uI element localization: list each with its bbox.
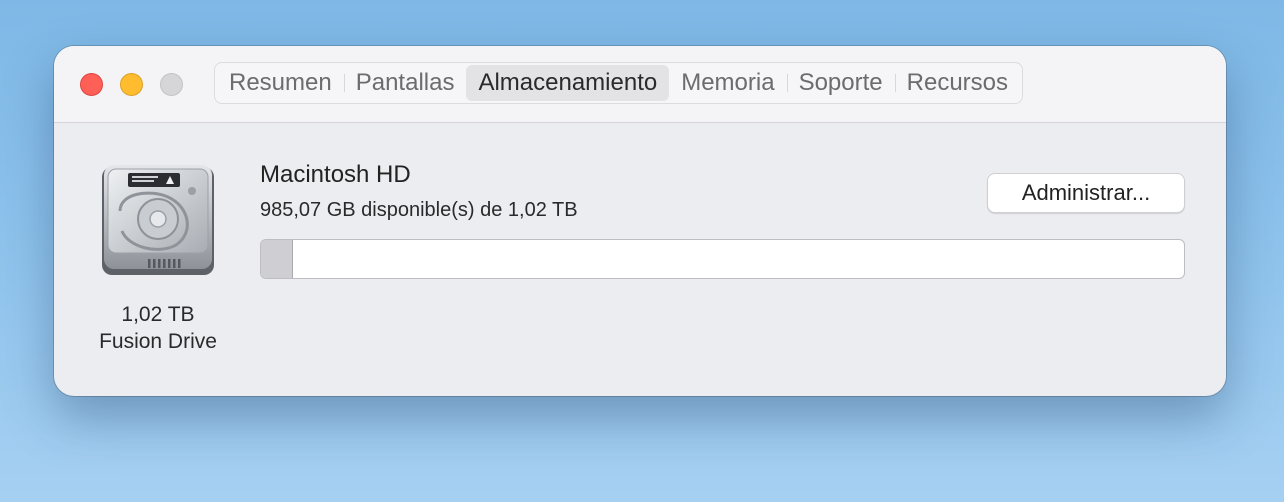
tab-almacenamiento[interactable]: Almacenamiento (466, 65, 670, 101)
tab-bar: Resumen Pantallas Almacenamiento Memoria… (214, 62, 1024, 104)
manage-button[interactable]: Administrar... (987, 173, 1185, 213)
volume-name: Macintosh HD (260, 161, 411, 188)
storage-panel: 1,02 TB Fusion Drive Macintosh HD 985,07… (54, 123, 1226, 396)
disk-size: 1,02 TB (121, 303, 195, 326)
disk-type: Fusion Drive (99, 330, 217, 353)
volume-available: 985,07 GB disponible(s) de 1,02 TB (260, 199, 578, 221)
zoom-button[interactable] (160, 73, 183, 96)
minimize-button[interactable] (120, 73, 143, 96)
storage-usage-bar (260, 239, 1185, 279)
title-bar: Resumen Pantallas Almacenamiento Memoria… (54, 46, 1226, 123)
tab-pantallas[interactable]: Pantallas (343, 65, 467, 101)
system-info-window: Resumen Pantallas Almacenamiento Memoria… (54, 46, 1226, 396)
storage-used-segment (261, 240, 294, 278)
tab-recursos[interactable]: Recursos (894, 65, 1020, 101)
hard-drive-icon (102, 165, 214, 275)
close-button[interactable] (80, 73, 103, 96)
tab-memoria[interactable]: Memoria (669, 65, 786, 101)
tab-resumen[interactable]: Resumen (217, 65, 344, 101)
tab-soporte[interactable]: Soporte (786, 65, 895, 101)
